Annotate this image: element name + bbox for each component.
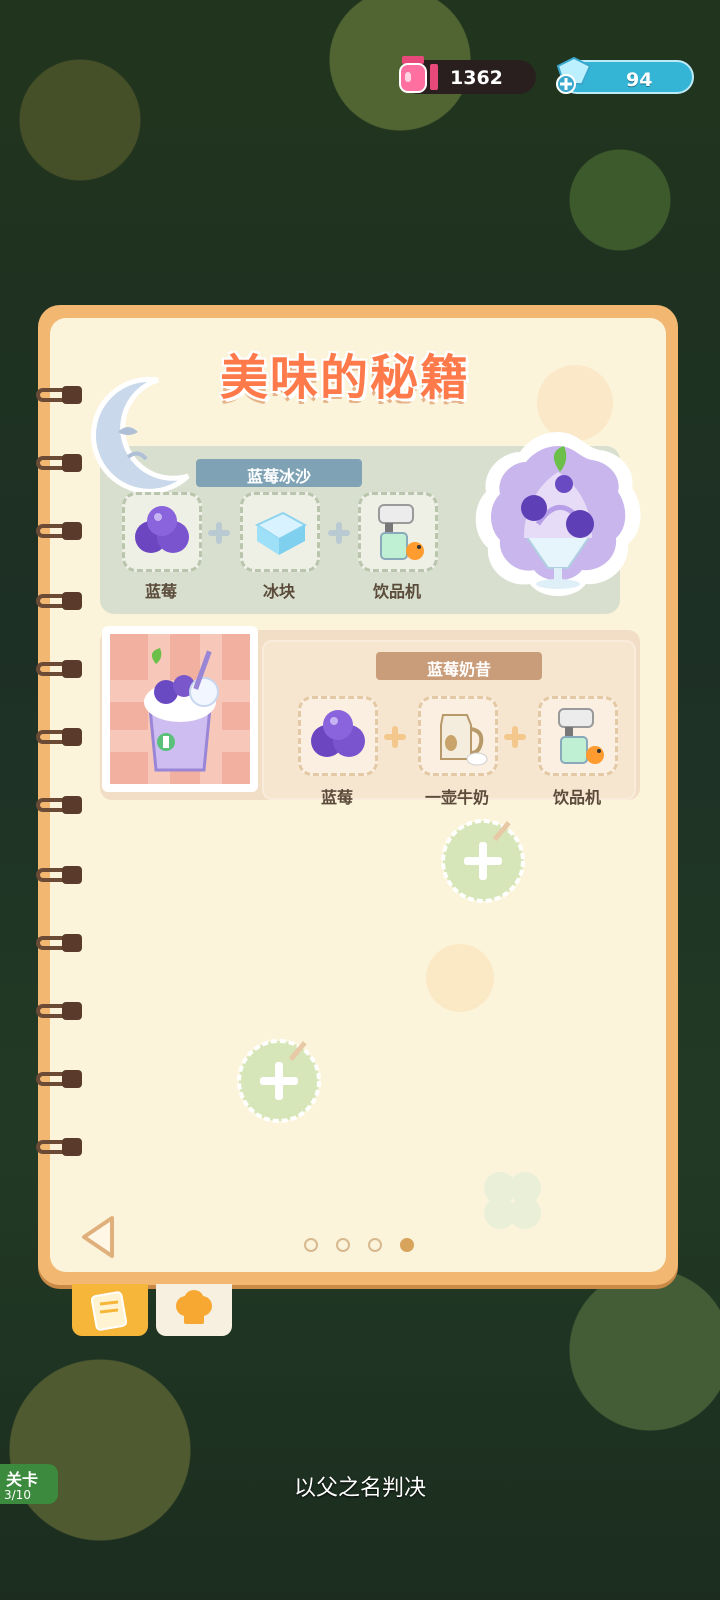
recipe-book-title: 美味的秘籍 <box>220 330 510 410</box>
chef-tab[interactable] <box>156 1284 232 1336</box>
faded-clover-decoration <box>484 1172 541 1229</box>
ingredient-label: 一壶牛奶 <box>424 788 489 807</box>
ingredient-slot-drink-machine[interactable] <box>358 492 438 572</box>
notebook-ring <box>36 520 82 542</box>
recipe-1-name-ribbon: 蓝莓冰沙 <box>196 459 362 487</box>
chef-hat-tab-icon <box>176 1290 212 1324</box>
ingredient-label: 蓝莓 <box>144 582 177 601</box>
page-indicator <box>304 1238 414 1254</box>
notebook-ring <box>36 1000 82 1022</box>
recipe-1-name: 蓝莓冰沙 <box>246 467 311 486</box>
page-dot[interactable] <box>368 1238 382 1252</box>
plus-icon <box>208 522 230 544</box>
plus-icon <box>504 726 526 748</box>
notebook-ring <box>36 794 82 816</box>
notebook-ring <box>36 1068 82 1090</box>
notebook-ring <box>36 1136 82 1158</box>
ingredient-slot-milk[interactable] <box>418 696 498 776</box>
moon-icon <box>91 376 190 494</box>
ingredient-slot-blueberry[interactable] <box>122 492 202 572</box>
blueberry-smoothie-icon[interactable] <box>468 428 648 608</box>
notebook-ring <box>36 384 82 406</box>
milk-jug-icon <box>440 714 488 766</box>
page-dot[interactable] <box>304 1238 318 1252</box>
ingredient-label: 蓝莓 <box>320 788 353 807</box>
ingredient-slot-blueberry[interactable] <box>298 696 378 776</box>
blueberry-milkshake-icon[interactable] <box>96 620 264 798</box>
ingredient-label: 饮品机 <box>372 582 421 601</box>
add-recipe-button[interactable] <box>236 1038 322 1124</box>
notebook-ring <box>36 452 82 474</box>
ingredient-label: 饮品机 <box>552 788 601 807</box>
notebook-ring <box>36 932 82 954</box>
jam-currency-bar[interactable]: 1362 <box>399 56 536 94</box>
recipe-2-name: 蓝莓奶昔 <box>426 660 491 679</box>
ice-cube-icon <box>254 511 308 555</box>
gem-count: 94 <box>626 69 653 91</box>
gem-currency-bar[interactable]: 94 <box>556 56 694 94</box>
jam-jar-icon <box>399 56 427 93</box>
page-dot[interactable] <box>336 1238 350 1252</box>
previous-page-arrow-icon[interactable] <box>78 1214 120 1260</box>
jam-bar-accent <box>430 64 438 90</box>
jam-count: 1362 <box>450 67 503 89</box>
video-caption: 以父之名判决 <box>293 1476 426 1501</box>
blueberry-icon <box>311 710 365 757</box>
recipe-book-title-text: 美味的秘籍 <box>220 350 471 406</box>
faded-peach-decoration-2 <box>426 944 494 1012</box>
diamond-plus-icon[interactable] <box>552 54 594 94</box>
add-recipe-button[interactable] <box>440 818 526 904</box>
ingredient-slot-ice[interactable] <box>240 492 320 572</box>
recipe-2-name-ribbon: 蓝莓奶昔 <box>376 652 542 680</box>
drink-machine-icon <box>378 504 424 560</box>
recipe-book-tab[interactable] <box>72 1284 148 1336</box>
plus-icon <box>384 726 406 748</box>
notebook-ring <box>36 590 82 612</box>
ingredient-label: 冰块 <box>262 582 295 601</box>
ingredient-slot-drink-machine[interactable] <box>538 696 618 776</box>
blueberry-icon <box>135 506 189 553</box>
notebook-ring <box>36 864 82 886</box>
drink-machine-icon <box>558 708 604 764</box>
notebook-ring <box>36 658 82 680</box>
recipe-book-tab-icon <box>90 1291 128 1331</box>
notebook-ring <box>36 726 82 748</box>
page-dot-active[interactable] <box>400 1238 414 1252</box>
plus-icon <box>328 522 350 544</box>
